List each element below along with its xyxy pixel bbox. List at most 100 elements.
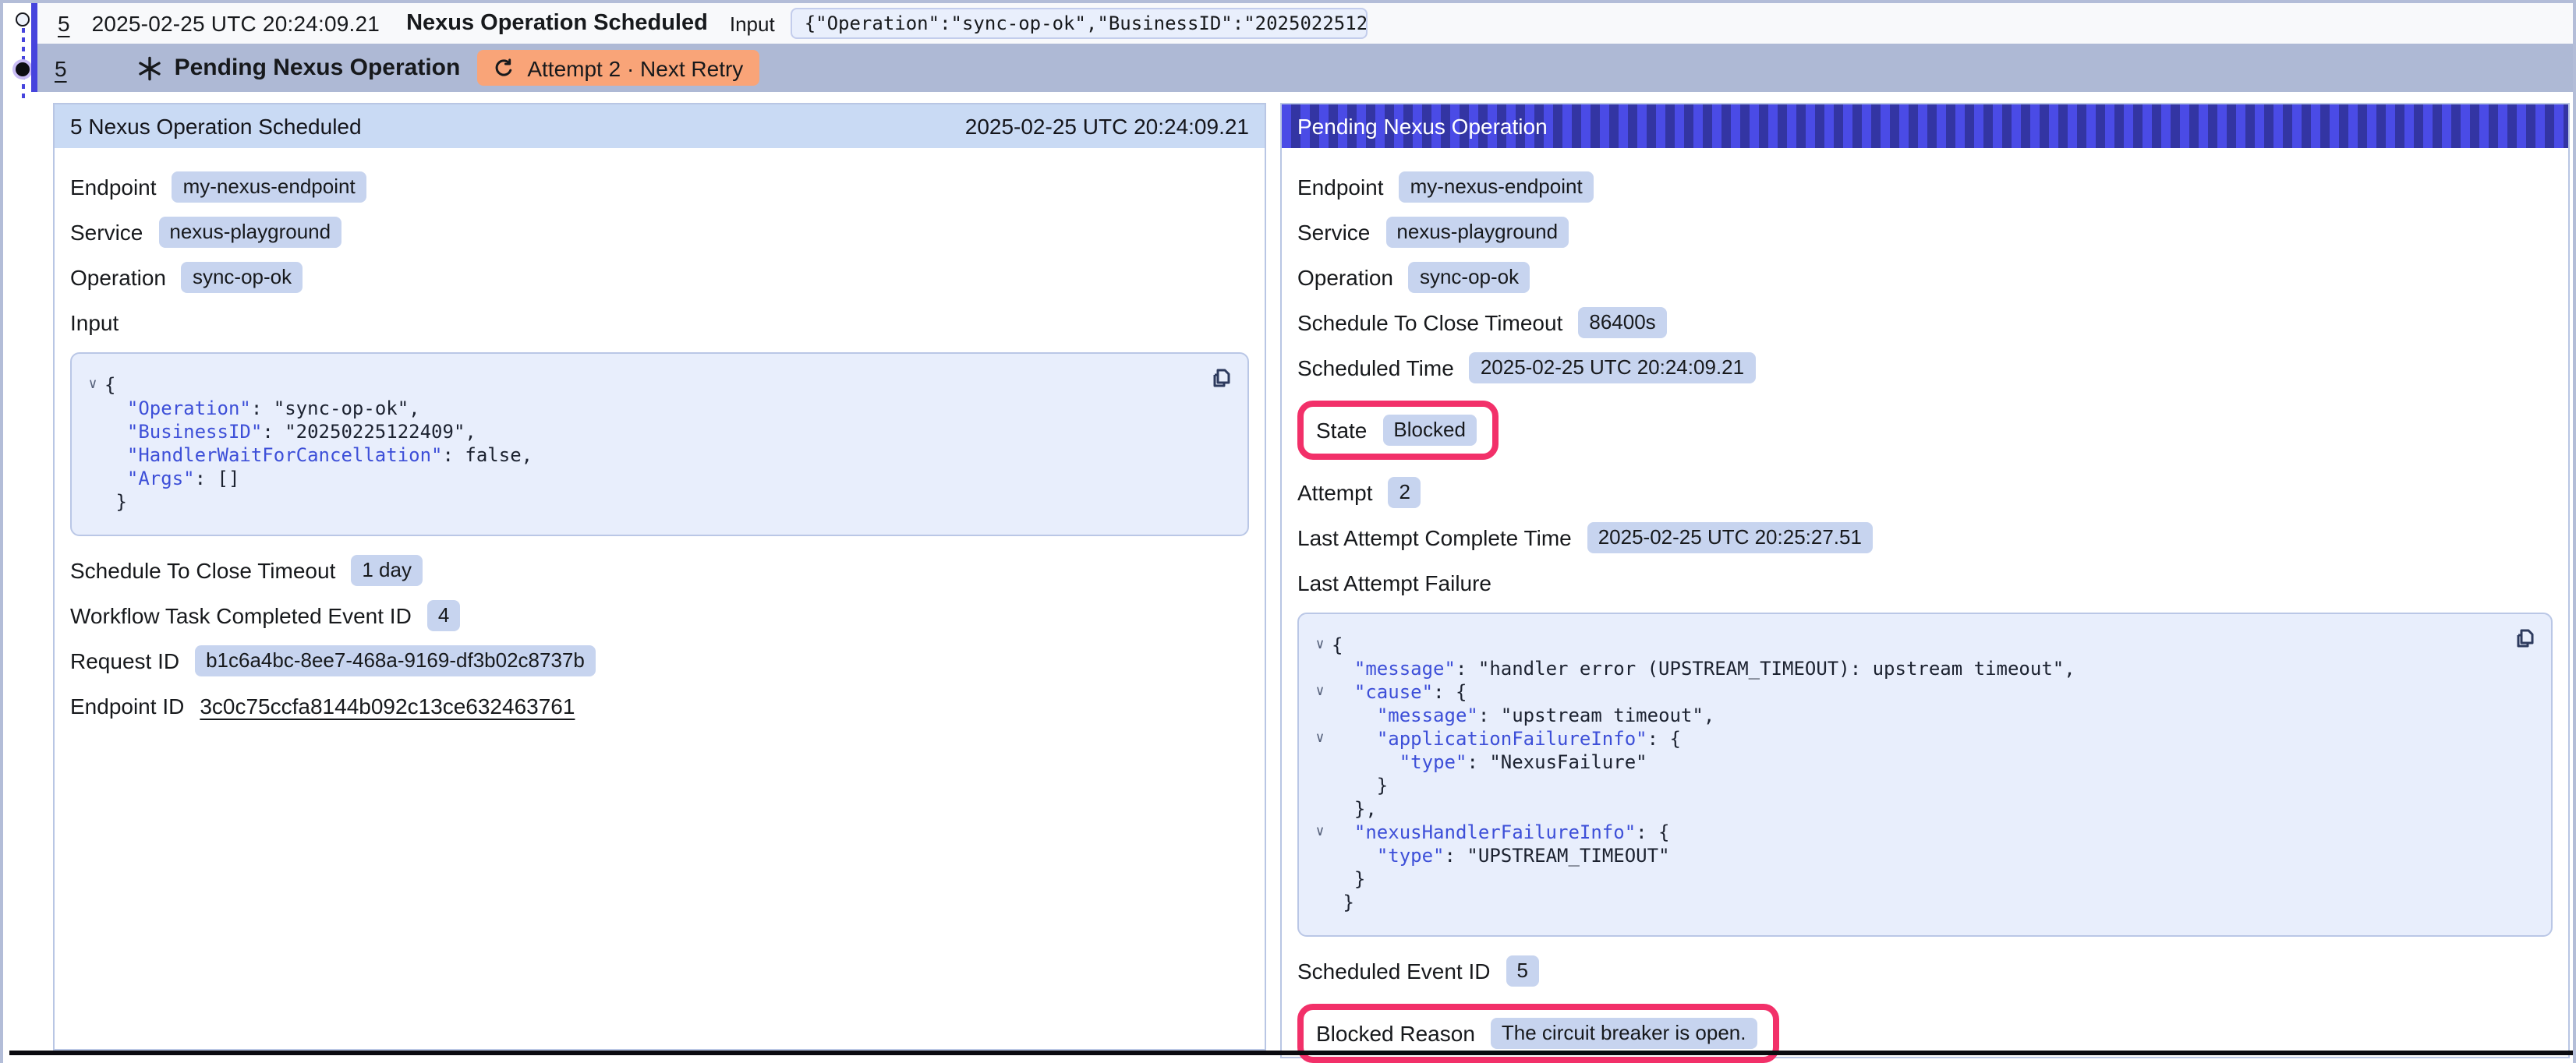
field-label: State	[1316, 418, 1367, 443]
field-schedule-to-close-timeout: Schedule To Close Timeout 1 day	[70, 555, 1249, 586]
field-label: Endpoint ID	[70, 694, 184, 719]
endpoint-id-link[interactable]: 3c0c75ccfa8144b092c13ce632463761	[200, 694, 575, 719]
code-text: "Operation": "sync-op-ok",	[104, 397, 420, 421]
field-label: Scheduled Time	[1297, 355, 1454, 380]
code-text: "type": "NexusFailure"	[1332, 751, 1647, 775]
field-label: Request ID	[70, 648, 179, 673]
code-line: }	[1308, 892, 2529, 915]
code-line: "type": "UPSTREAM_TIMEOUT"	[1308, 845, 2529, 868]
copy-icon[interactable]	[2512, 627, 2537, 652]
chevron-down-icon[interactable]: ∨	[1308, 681, 1332, 705]
event-timestamp: 2025-02-25 UTC 20:24:09.21	[92, 11, 380, 36]
field-label: Service	[1297, 220, 1370, 245]
field-label: Workflow Task Completed Event ID	[70, 603, 412, 628]
workflow-history-screen: 5 2025-02-25 UTC 20:24:09.21 Nexus Opera…	[0, 0, 2576, 1063]
code-gutter	[81, 468, 104, 491]
code-text: "type": "UPSTREAM_TIMEOUT"	[1332, 845, 1670, 868]
field-value-chip: 2025-02-25 UTC 20:24:09.21	[1470, 352, 1755, 383]
chevron-down-icon[interactable]: ∨	[81, 374, 104, 397]
field-service: Service nexus-playground	[70, 217, 1249, 248]
field-value-chip: 2025-02-25 UTC 20:25:27.51	[1587, 522, 1873, 553]
code-gutter	[1308, 775, 1332, 798]
field-value-chip: 4	[427, 600, 460, 631]
field-operation: Operation sync-op-ok	[70, 262, 1249, 293]
chevron-down-icon[interactable]: ∨	[1308, 634, 1332, 658]
field-scheduled-time: Scheduled Time 2025-02-25 UTC 20:24:09.2…	[1297, 352, 2553, 383]
field-value-chip: nexus-playground	[1385, 217, 1569, 248]
retry-icon	[493, 57, 515, 79]
field-attempt: Attempt 2	[1297, 477, 2553, 508]
code-text: "message": "handler error (UPSTREAM_TIME…	[1332, 658, 2075, 681]
field-last-attempt-complete-time: Last Attempt Complete Time 2025-02-25 UT…	[1297, 522, 2553, 553]
scheduled-panel-body: Endpoint my-nexus-endpoint Service nexus…	[55, 148, 1265, 722]
code-text: "BusinessID": "20250225122409",	[104, 421, 476, 444]
chevron-down-icon[interactable]: ∨	[1308, 728, 1332, 751]
event-id-link[interactable]: 5	[58, 11, 70, 36]
event-id-link[interactable]: 5	[55, 55, 67, 80]
state-value-chip: Blocked	[1382, 415, 1477, 446]
scheduled-event-panel: 5 Nexus Operation Scheduled 2025-02-25 U…	[53, 103, 1266, 1051]
scheduled-panel-header: 5 Nexus Operation Scheduled 2025-02-25 U…	[55, 104, 1265, 148]
code-text: "nexusHandlerFailureInfo": {	[1332, 821, 1670, 845]
code-gutter	[81, 397, 104, 421]
pending-panel-header: Pending Nexus Operation	[1282, 104, 2568, 148]
code-text: "message": "upstream timeout",	[1332, 705, 1714, 728]
failure-json-viewer: ∨{ "message": "handler error (UPSTREAM_T…	[1297, 613, 2553, 937]
pending-operation-panel: Pending Nexus Operation Endpoint my-nexu…	[1280, 103, 2570, 1058]
viewport: 5 2025-02-25 UTC 20:24:09.21 Nexus Opera…	[0, 0, 2576, 1063]
code-line: "Operation": "sync-op-ok",	[81, 397, 1226, 421]
attempt-badge-label: Attempt 2 · Next Retry	[527, 55, 743, 80]
code-line: ∨{	[1308, 634, 2529, 658]
field-value-chip: nexus-playground	[158, 217, 341, 248]
chevron-down-icon[interactable]: ∨	[1308, 821, 1332, 845]
field-label: Service	[70, 220, 143, 245]
field-request-id: Request ID b1c6a4bc-8ee7-468a-9169-df3b0…	[70, 645, 1249, 676]
timeline-dot-icon	[16, 62, 30, 76]
code-gutter	[1308, 705, 1332, 728]
code-text: {	[1332, 634, 1343, 658]
code-gutter	[1308, 845, 1332, 868]
code-line: "HandlerWaitForCancellation": false,	[81, 444, 1226, 468]
field-label: Endpoint	[70, 175, 157, 200]
state-highlight-box: State Blocked	[1297, 401, 1499, 460]
code-text: },	[1332, 798, 1377, 821]
field-endpoint: Endpoint my-nexus-endpoint	[70, 171, 1249, 203]
field-label: Operation	[70, 265, 166, 290]
code-line: },	[1308, 798, 2529, 821]
code-gutter	[1308, 658, 1332, 681]
code-gutter	[1308, 892, 1332, 915]
code-line: }	[81, 491, 1226, 514]
field-workflow-task-completed-event-id: Workflow Task Completed Event ID 4	[70, 600, 1249, 631]
code-line: ∨ "nexusHandlerFailureInfo": {	[1308, 821, 2529, 845]
event-input-preview[interactable]: {"Operation":"sync-op-ok","BusinessID":"…	[791, 8, 1368, 39]
code-line: }	[1308, 868, 2529, 892]
field-endpoint-id: Endpoint ID 3c0c75ccfa8144b092c13ce63246…	[70, 690, 1249, 722]
attempt-retry-badge: Attempt 2 · Next Retry	[477, 50, 759, 86]
code-text: "cause": {	[1332, 681, 1467, 705]
event-row-pending[interactable]: 5 Pending Nexus Operation Attempt 2 · Ne…	[37, 44, 2573, 92]
copy-icon[interactable]	[1208, 366, 1233, 391]
code-gutter	[81, 421, 104, 444]
field-label: Blocked Reason	[1316, 1021, 1475, 1046]
code-text: }	[1332, 775, 1388, 798]
scheduled-panel-timestamp: 2025-02-25 UTC 20:24:09.21	[965, 114, 1249, 139]
pending-panel-title: Pending Nexus Operation	[1297, 114, 1548, 139]
timeline-circle-icon	[16, 12, 30, 26]
timeline-active-bar	[30, 3, 37, 92]
event-row-scheduled[interactable]: 5 2025-02-25 UTC 20:24:09.21 Nexus Opera…	[37, 3, 2573, 44]
code-gutter	[81, 444, 104, 468]
field-value-chip: 5	[1506, 955, 1539, 987]
code-line: }	[1308, 775, 2529, 798]
code-text: "Args": []	[104, 468, 239, 491]
code-line: ∨ "cause": {	[1308, 681, 2529, 705]
field-label: Schedule To Close Timeout	[1297, 310, 1562, 335]
code-line: "type": "NexusFailure"	[1308, 751, 2529, 775]
code-line: "BusinessID": "20250225122409",	[81, 421, 1226, 444]
code-text: "applicationFailureInfo": {	[1332, 728, 1681, 751]
field-scheduled-event-id: Scheduled Event ID 5	[1297, 955, 2553, 987]
last-attempt-failure-label: Last Attempt Failure	[1297, 567, 2553, 599]
input-json-viewer: ∨{ "Operation": "sync-op-ok", "BusinessI…	[70, 352, 1249, 536]
event-title: Nexus Operation Scheduled	[406, 11, 708, 36]
field-value-chip: 2	[1389, 477, 1421, 508]
field-label: Operation	[1297, 265, 1393, 290]
